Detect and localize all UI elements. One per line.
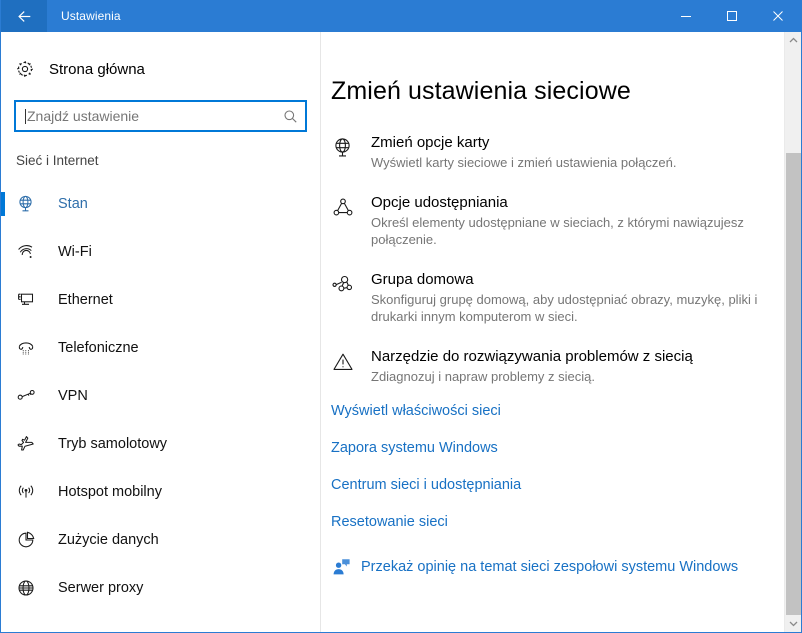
- maximize-icon: [727, 11, 737, 21]
- sidebar-nav-list: Stan Wi-Fi Ethernet Telefoniczne VPN Try…: [1, 180, 320, 612]
- page-title: Zmień ustawienia sieciowe: [331, 77, 631, 105]
- homegroup-icon: [331, 270, 371, 325]
- feedback-label: Przekaż opinię na temat sieci zespołowi …: [361, 559, 739, 575]
- title-bar: Ustawienia: [1, 0, 801, 32]
- setting-change-adapter-options[interactable]: Zmień opcje karty Wyświetl karty sieciow…: [331, 133, 801, 171]
- setting-homegroup[interactable]: Grupa domowa Skonfiguruj grupę domową, a…: [331, 270, 801, 325]
- sidebar-item-dialup[interactable]: Telefoniczne: [1, 324, 320, 372]
- selection-indicator: [1, 576, 5, 600]
- globe-monitor-icon: [16, 194, 46, 214]
- feedback-person-icon: [331, 557, 361, 577]
- window-body: Strona główna Sieć i Internet: [1, 32, 801, 632]
- sidebar-item-label: Stan: [58, 196, 88, 212]
- pie-chart-icon: [16, 530, 46, 550]
- globe-icon: [16, 578, 46, 598]
- sidebar-item-label: Tryb samolotowy: [58, 436, 168, 452]
- selection-indicator: [1, 528, 5, 552]
- sidebar-item-ethernet[interactable]: Ethernet: [1, 276, 320, 324]
- setting-description: Określ elementy udostępniane w sieciach,…: [371, 215, 744, 247]
- sidebar: Strona główna Sieć i Internet: [1, 32, 321, 632]
- links-list: Wyświetl właściwości sieci Zapora system…: [331, 403, 801, 530]
- link-view-network-properties[interactable]: Wyświetl właściwości sieci: [331, 403, 801, 419]
- sidebar-item-proxy[interactable]: Serwer proxy: [1, 564, 320, 612]
- content-pane: Zmień ustawienia sieciowe Zmień opcje ka…: [321, 32, 801, 632]
- selection-indicator: [1, 480, 5, 504]
- setting-description: Skonfiguruj grupę domową, aby udostępnia…: [371, 292, 758, 324]
- setting-description: Wyświetl karty sieciowe i zmień ustawien…: [371, 155, 677, 170]
- vpn-key-icon: [16, 386, 46, 406]
- sidebar-item-airplane-mode[interactable]: Tryb samolotowy: [1, 420, 320, 468]
- close-button[interactable]: [755, 0, 801, 32]
- maximize-button[interactable]: [709, 0, 755, 32]
- search-icon[interactable]: [275, 109, 305, 124]
- setting-title: Narzędzie do rozwiązywania problemów z s…: [371, 348, 693, 365]
- feedback-link[interactable]: Przekaż opinię na temat sieci zespołowi …: [331, 557, 801, 577]
- sidebar-item-mobile-hotspot[interactable]: Hotspot mobilny: [1, 468, 320, 516]
- scrollbar-thumb[interactable]: [786, 153, 801, 615]
- ethernet-icon: [16, 290, 46, 310]
- setting-network-troubleshooter[interactable]: Narzędzie do rozwiązywania problemów z s…: [331, 347, 801, 385]
- selection-indicator: [1, 288, 5, 312]
- settings-list: Zmień opcje karty Wyświetl karty sieciow…: [331, 133, 801, 385]
- vertical-scrollbar[interactable]: [784, 32, 801, 632]
- setting-text: Zmień opcje karty Wyświetl karty sieciow…: [371, 133, 677, 171]
- sidebar-item-label: Wi-Fi: [58, 244, 92, 260]
- sidebar-item-vpn[interactable]: VPN: [1, 372, 320, 420]
- back-button[interactable]: [1, 0, 47, 32]
- back-arrow-icon: [17, 10, 30, 22]
- sidebar-item-label: VPN: [58, 388, 88, 404]
- setting-sharing-options[interactable]: Opcje udostępniania Określ elementy udos…: [331, 193, 801, 248]
- sidebar-item-label: Ethernet: [58, 292, 113, 308]
- sidebar-item-label: Serwer proxy: [58, 580, 144, 596]
- setting-text: Opcje udostępniania Określ elementy udos…: [371, 193, 771, 248]
- selection-indicator: [1, 240, 5, 264]
- scroll-up-arrow-icon[interactable]: [785, 32, 801, 49]
- sidebar-item-home[interactable]: Strona główna: [1, 54, 320, 84]
- sidebar-home-label: Strona główna: [49, 60, 145, 78]
- selection-indicator: [1, 192, 5, 216]
- window-title: Ustawienia: [61, 9, 121, 23]
- gear-icon: [15, 59, 43, 79]
- broadcast-icon: [16, 482, 46, 502]
- setting-title: Opcje udostępniania: [371, 194, 508, 211]
- sidebar-item-wifi[interactable]: Wi-Fi: [1, 228, 320, 276]
- setting-text: Narzędzie do rozwiązywania problemów z s…: [371, 347, 693, 385]
- selection-indicator: [1, 384, 5, 408]
- airplane-icon: [16, 434, 46, 454]
- link-network-reset[interactable]: Resetowanie sieci: [331, 514, 801, 530]
- link-network-and-sharing-center[interactable]: Centrum sieci i udostępniania: [331, 477, 801, 493]
- minimize-icon: [681, 16, 691, 17]
- search-box[interactable]: [14, 100, 307, 132]
- setting-description: Zdiagnozuj i napraw problemy z siecią.: [371, 369, 595, 384]
- content-inner: Zmień ustawienia sieciowe Zmień opcje ka…: [321, 32, 801, 577]
- dialup-phone-icon: [16, 338, 46, 358]
- sidebar-item-data-usage[interactable]: Zużycie danych: [1, 516, 320, 564]
- minimize-button[interactable]: [663, 0, 709, 32]
- sidebar-item-stan[interactable]: Stan: [1, 180, 320, 228]
- network-adapter-icon: [331, 133, 371, 171]
- setting-text: Grupa domowa Skonfiguruj grupę domową, a…: [371, 270, 771, 325]
- scroll-down-arrow-icon[interactable]: [785, 615, 801, 632]
- sharing-icon: [331, 193, 371, 248]
- link-windows-firewall[interactable]: Zapora systemu Windows: [331, 440, 801, 456]
- wifi-icon: [16, 242, 46, 262]
- setting-title: Grupa domowa: [371, 271, 474, 288]
- selection-indicator: [1, 432, 5, 456]
- settings-window: Ustawienia Strona główna Znajdź ustawien…: [0, 0, 802, 633]
- selection-indicator: [1, 336, 5, 360]
- sidebar-category-label: Sieć i Internet: [16, 153, 99, 168]
- setting-title: Zmień opcje karty: [371, 134, 490, 151]
- search-input[interactable]: [26, 103, 275, 129]
- sidebar-item-label: Hotspot mobilny: [58, 484, 162, 500]
- warning-triangle-icon: [331, 347, 371, 385]
- sidebar-item-label: Telefoniczne: [58, 340, 139, 356]
- close-icon: [773, 11, 783, 21]
- sidebar-item-label: Zużycie danych: [58, 532, 159, 548]
